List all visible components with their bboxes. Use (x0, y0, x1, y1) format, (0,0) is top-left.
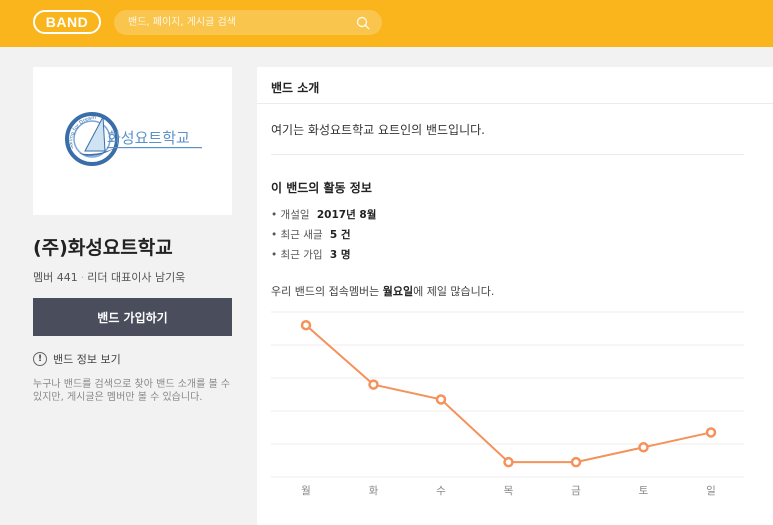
chart-series-line (305, 324, 712, 464)
chart-tick-label: 수 (436, 485, 446, 497)
chart-tick-label: 월 (301, 485, 311, 497)
access-summary: 우리 밴드의 접속멤버는 월요일에 제일 많습니다. (271, 283, 494, 299)
join-band-button[interactable]: 밴드 가입하기 (33, 298, 232, 336)
chart-point[interactable] (503, 456, 514, 468)
band-privacy-description: 누구나 밴드를 검색으로 찾아 밴드 소개를 볼 수 있지만, 게시글은 멤버만… (33, 379, 231, 403)
band-cover-image[interactable]: Sailing for Dreams 화성요트학교 (33, 67, 232, 215)
band-info-link[interactable]: ! 밴드 정보 보기 (33, 351, 121, 367)
separator-dot: · (80, 271, 85, 284)
activity-item: • 최근 새글 5 건 (271, 229, 351, 241)
activity-item: • 개설일 2017년 8월 (271, 209, 377, 221)
info-icon: ! (33, 352, 47, 366)
activity-label: 최근 새글 (280, 229, 323, 241)
chart-tick-label: 금 (571, 485, 581, 497)
summary-prefix: 우리 밴드의 접속멤버는 (271, 285, 383, 298)
activity-label: 최근 가입 (280, 249, 323, 261)
activity-value: 3 명 (329, 249, 351, 261)
band-meta: 멤버 441 · 리더 대표이사 남기욱 (33, 269, 185, 285)
divider (257, 103, 773, 104)
band-title: (주)화성요트학교 (33, 237, 173, 259)
sidebar: Sailing for Dreams 화성요트학교 (33, 67, 232, 215)
chart-tick-label: 일 (706, 484, 716, 497)
search-input[interactable] (114, 10, 354, 35)
chart-tick-label: 토 (639, 485, 649, 497)
member-count[interactable]: 멤버 441 (33, 271, 78, 284)
band-intro-panel: 밴드 소개 여기는 화성요트학교 요트인의 밴드입니다. 이 밴드의 활동 정보… (257, 67, 773, 525)
divider (271, 154, 744, 155)
chart-point[interactable] (435, 394, 447, 405)
activity-item: • 최근 가입 3 명 (271, 249, 351, 261)
intro-text: 여기는 화성요트학교 요트인의 밴드입니다. (271, 123, 485, 137)
activity-title: 이 밴드의 활동 정보 (271, 181, 372, 195)
activity-list: • 개설일 2017년 8월 • 최근 새글 5 건 • 최근 가입 3 명 (271, 208, 376, 268)
activity-value: 2017년 8월 (316, 209, 377, 221)
search-box (114, 10, 382, 35)
chart-point[interactable] (300, 319, 312, 331)
activity-label: 개설일 (280, 209, 310, 221)
leader-info: 리더 대표이사 남기욱 (87, 271, 186, 284)
chart-point[interactable] (570, 456, 582, 468)
chart-tick-label: 목 (504, 485, 514, 497)
summary-suffix: 에 제일 많습니다. (413, 285, 495, 298)
chart-point[interactable] (638, 442, 649, 453)
section-title: 밴드 소개 (271, 81, 320, 95)
top-bar: BAND (0, 0, 773, 47)
logo-wordmark: 화성요트학교 (107, 129, 190, 147)
access-day-chart: 월화수목금토일 (271, 311, 744, 497)
band-info-label: 밴드 정보 보기 (53, 353, 121, 366)
chart-point[interactable] (368, 379, 379, 390)
activity-value: 5 건 (329, 229, 351, 241)
search-icon[interactable] (356, 16, 370, 30)
yacht-school-logo: Sailing for Dreams 화성요트학교 (33, 67, 202, 166)
band-logo[interactable]: BAND (33, 10, 101, 34)
chart-point[interactable] (705, 427, 717, 438)
chart-tick-label: 화 (369, 485, 379, 497)
peak-day: 월요일 (382, 285, 414, 298)
